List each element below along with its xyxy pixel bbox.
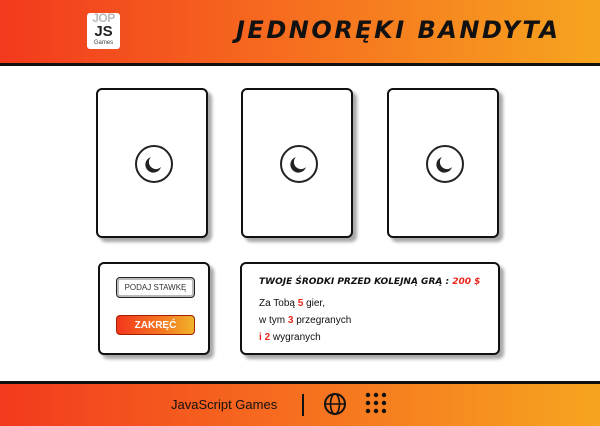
stake-input[interactable]	[116, 277, 195, 298]
funds-label: Twoje środki przed kolejną grą :	[259, 277, 450, 287]
reel-symbol-disc	[426, 145, 464, 183]
logo-main-text: JS	[94, 23, 113, 40]
moon-icon	[145, 157, 161, 173]
header-bar: JOP JS Games Jednoręki bandyta	[0, 0, 600, 66]
slot-reel-1	[96, 88, 208, 238]
spin-button[interactable]: ZAKRĘĆ	[116, 315, 195, 335]
globe-icon[interactable]	[323, 392, 347, 416]
reel-symbol-disc	[135, 145, 173, 183]
funds-line: Twoje środki przed kolejną grą : 200 $	[259, 277, 480, 287]
page-title: Jednoręki bandyta	[236, 16, 561, 44]
games-won-line: i 2 wygranych	[259, 332, 321, 343]
won-prefix: i	[259, 332, 262, 343]
games-lost-line: w tym 3 przegranych	[259, 315, 351, 326]
logo-sub-text: Games	[93, 40, 114, 46]
lost-count: 3	[287, 315, 294, 326]
footer-bar: JavaScript Games	[0, 381, 600, 426]
games-suffix: gier,	[306, 298, 325, 309]
lost-prefix: w tym	[259, 315, 286, 326]
games-prefix: Za Tobą	[259, 298, 295, 309]
reel-symbol-disc	[280, 145, 318, 183]
footer-divider	[302, 394, 304, 416]
slot-reel-2	[241, 88, 353, 238]
controls-panel: ZAKRĘĆ	[98, 262, 210, 355]
funds-amount: 200 $	[452, 277, 481, 287]
apps-grid-icon[interactable]	[365, 392, 387, 414]
slot-reel-3	[387, 88, 499, 238]
lost-suffix: przegranych	[296, 315, 352, 326]
moon-icon	[436, 157, 452, 173]
moon-icon	[290, 157, 306, 173]
games-count: 5	[297, 298, 304, 309]
games-played-line: Za Tobą 5 gier,	[259, 298, 325, 309]
js-games-logo[interactable]: JOP JS Games	[87, 13, 120, 49]
won-suffix: wygranych	[272, 332, 321, 343]
won-count: 2	[264, 332, 271, 343]
footer-brand: JavaScript Games	[171, 397, 278, 412]
stats-panel: Twoje środki przed kolejną grą : 200 $ Z…	[240, 262, 500, 355]
